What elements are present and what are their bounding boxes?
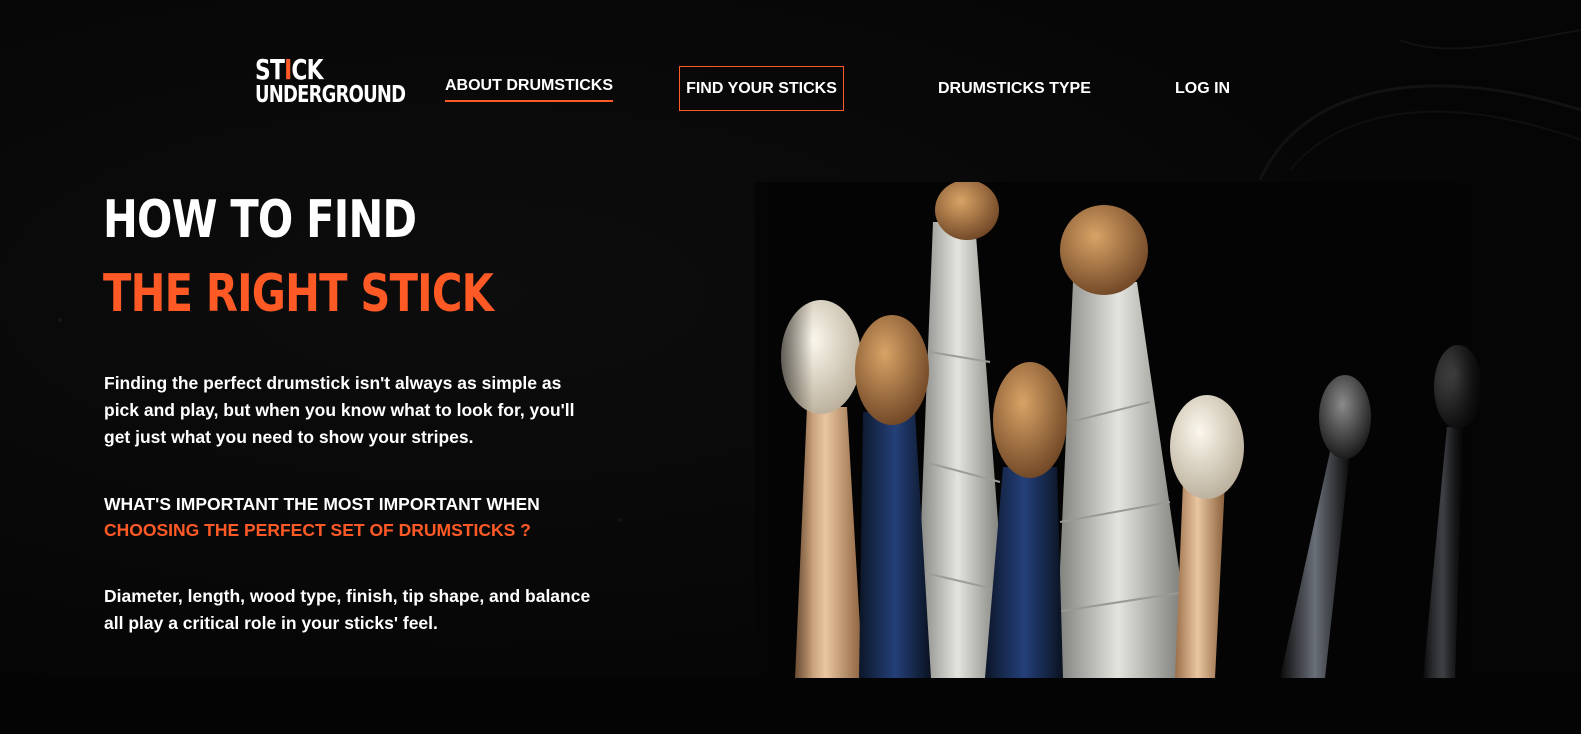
nav-find-your-sticks-button[interactable]: FIND YOUR STICKS (679, 66, 844, 111)
hero-title-line2: THE RIGHT STICK (103, 264, 494, 324)
nav-drumsticks-type[interactable]: DRUMSTICKS TYPE (938, 80, 1091, 98)
nav-log-in[interactable]: LOG IN (1175, 80, 1230, 98)
logo-wordmark-bottom: UNDERGROUND (255, 82, 406, 108)
logo-wordmark-top: STICK (255, 53, 324, 86)
hero-title-line1: HOW TO FIND (103, 190, 417, 250)
nav-about-drumsticks[interactable]: ABOUT DRUMSTICKS (445, 77, 613, 102)
hero-answer-text: Diameter, length, wood type, finish, tip… (104, 586, 591, 633)
page-bottom-strip (0, 678, 1581, 734)
hero-intro-text: Finding the perfect drumstick isn't alwa… (104, 373, 575, 447)
hero-question-line1: WHAT'S IMPORTANT THE MOST IMPORTANT WHEN (104, 494, 540, 514)
page: STICK UNDERGROUND ABOUT DRUMSTICKS FIND … (0, 0, 1581, 734)
nav-find-label: FIND YOUR STICKS (686, 79, 837, 97)
drumsticks-photo (755, 182, 1480, 678)
brand-logo[interactable]: STICK UNDERGROUND (255, 46, 406, 110)
hero-question-line2: CHOOSING THE PERFECT SET OF DRUMSTICKS ? (104, 520, 531, 540)
